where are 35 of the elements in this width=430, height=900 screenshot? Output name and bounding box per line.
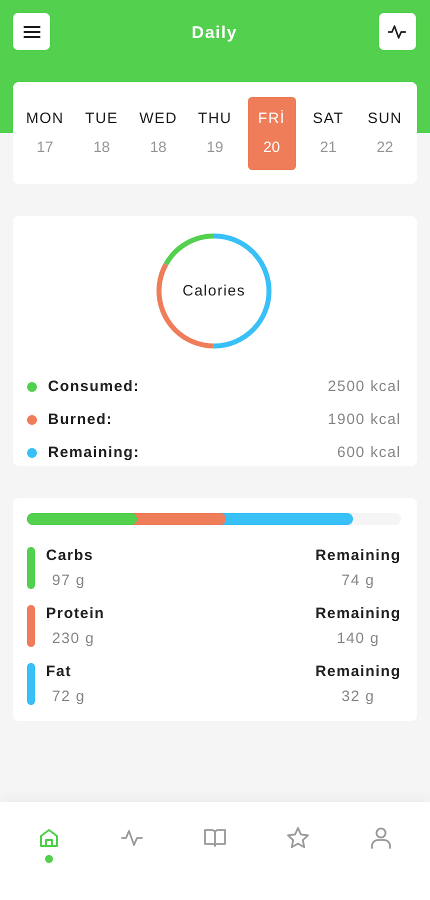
menu-button[interactable] [13, 13, 50, 50]
remaining-amount: 32 g [342, 688, 375, 705]
activity-button[interactable] [378, 13, 416, 50]
day-tab[interactable]: TUE 18 [78, 96, 126, 170]
legend-label: Consumed: [48, 378, 140, 395]
day-tab[interactable]: MON 17 [21, 96, 69, 170]
star-icon [286, 826, 310, 850]
day-tab[interactable]: WED 18 [134, 96, 182, 170]
person-icon [368, 826, 393, 850]
macro-color-bar [27, 663, 35, 705]
day-tab[interactable]: SAT 21 [304, 96, 352, 170]
macro-name: Protein [46, 605, 106, 622]
macro-amount: 230 g [51, 630, 96, 647]
legend-label: Burned: [48, 411, 114, 428]
macro-amount: 72 g [51, 688, 86, 705]
remaining-amount: 74 g [342, 572, 375, 589]
macro-name: Fat [46, 663, 72, 680]
page-title: Daily [192, 23, 238, 43]
macro-color-bar [27, 547, 35, 589]
active-dot [45, 855, 54, 863]
book-icon [202, 826, 227, 850]
remaining-label: Remaining [315, 663, 401, 680]
remaining-label: Remaining [315, 605, 401, 622]
legend-value: 1900 kcal [328, 411, 401, 428]
macro-color-bar [27, 605, 35, 647]
macro-amount: 97 g [51, 572, 86, 589]
legend-value: 2500 kcal [328, 378, 401, 395]
legend-value: 600 kcal [337, 444, 401, 461]
remaining-amount: 140 g [336, 630, 380, 647]
day-tab[interactable]: SUN 22 [360, 96, 409, 170]
day-tab[interactable]: THU 19 [190, 96, 239, 170]
ring-title: Calories [182, 282, 246, 300]
legend-label: Remaining: [48, 444, 141, 461]
macro-name: Carbs [46, 547, 95, 564]
remaining-label: Remaining [315, 547, 401, 564]
